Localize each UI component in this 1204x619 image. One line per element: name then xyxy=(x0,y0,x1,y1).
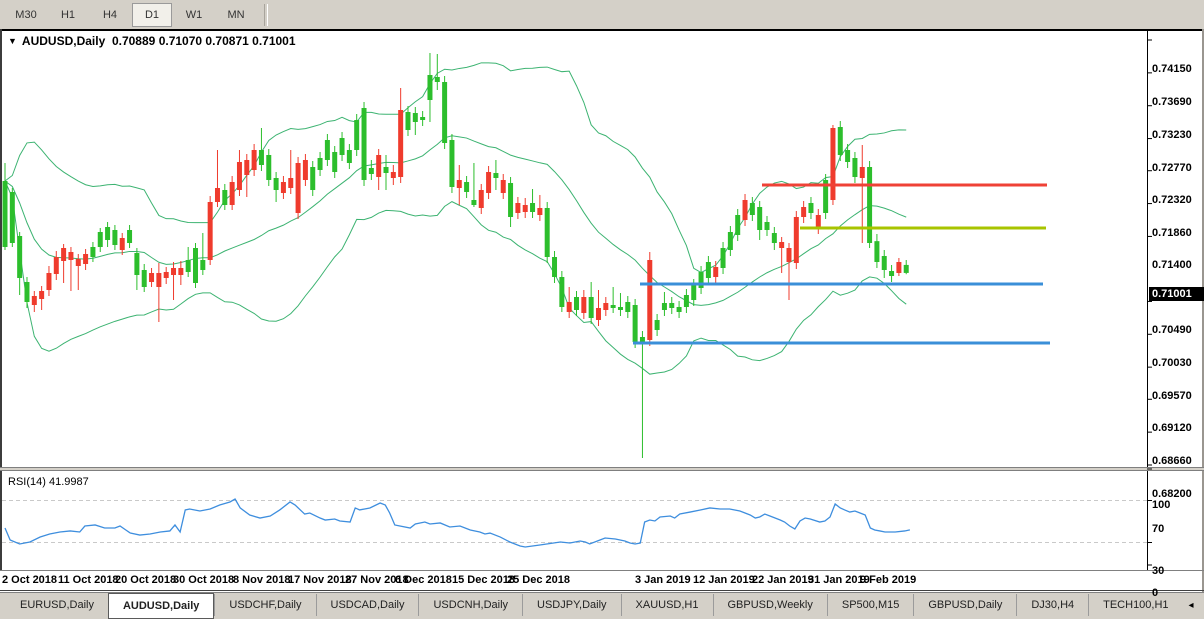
timeframe-button-d1[interactable]: D1 xyxy=(132,3,172,27)
time-axis-label: 8 Nov 2018 xyxy=(233,574,290,586)
time-axis-label: 15 Dec 2018 xyxy=(452,574,515,586)
price-axis-label: 0.69570 xyxy=(1152,390,1204,402)
ohlc-low: 0.70871 xyxy=(205,34,248,48)
time-axis-label: 9 Feb 2019 xyxy=(860,574,916,586)
rsi-label: RSI(14) xyxy=(8,476,46,488)
chart-tab-gbpusd-weekly[interactable]: GBPUSD,Weekly xyxy=(713,594,827,616)
ohlc-open: 0.70889 xyxy=(112,34,155,48)
price-axis-label: 0.71860 xyxy=(1152,227,1204,239)
time-axis-label: 17 Nov 2018 xyxy=(288,574,352,586)
rsi-value: 41.9987 xyxy=(49,476,89,488)
time-axis-label: 20 Oct 2018 xyxy=(115,574,176,586)
chart-tab-usdcnh-daily[interactable]: USDCNH,Daily xyxy=(418,594,522,616)
chart-tab-usdjpy-daily[interactable]: USDJPY,Daily xyxy=(522,594,621,616)
price-axis-label: 0.69120 xyxy=(1152,422,1204,434)
tab-scroll-right-icon[interactable]: ▸ xyxy=(1200,600,1204,611)
price-axis-label: 0.72320 xyxy=(1152,194,1204,206)
timeframe-toolbar: M30H1H4D1W1MN xyxy=(0,0,1204,29)
chart-tab-gbpusd-daily[interactable]: GBPUSD,Daily xyxy=(913,594,1016,616)
chart-tab-dj30-h4[interactable]: DJ30,H4 xyxy=(1016,594,1088,616)
time-axis-label: 2 Oct 2018 xyxy=(2,574,57,586)
chevron-down-icon[interactable]: ▼ xyxy=(8,36,17,46)
price-axis-label: 0.73690 xyxy=(1152,96,1204,108)
price-axis-label: 0.70490 xyxy=(1152,324,1204,336)
rsi-axis-label: 30 xyxy=(1152,565,1192,577)
rsi-axis-label: 70 xyxy=(1152,523,1192,535)
price-axis-label: 0.70030 xyxy=(1152,357,1204,369)
time-axis-label: 11 Oct 2018 xyxy=(58,574,119,586)
time-axis-label: 6 Dec 2018 xyxy=(395,574,452,586)
current-price-badge: 0.71001 xyxy=(1149,287,1204,301)
toolbar-separator xyxy=(264,4,268,26)
time-axis-label: 25 Dec 2018 xyxy=(507,574,570,586)
timeframe-button-mn[interactable]: MN xyxy=(216,3,256,27)
timeframe-button-w1[interactable]: W1 xyxy=(174,3,214,27)
chart-canvas[interactable] xyxy=(0,29,1204,592)
trading-terminal: M30H1H4D1W1MN ▼ AUDUSD,Daily 0.70889 0.71… xyxy=(0,0,1204,619)
tab-scroll-left-icon[interactable]: ◂ xyxy=(1183,600,1200,611)
timeframe-button-h4[interactable]: H4 xyxy=(90,3,130,27)
chart-symbol-title: ▼ AUDUSD,Daily 0.70889 0.71070 0.70871 0.… xyxy=(8,34,296,48)
price-axis-label: 0.73230 xyxy=(1152,129,1204,141)
chart-tab-usdcad-daily[interactable]: USDCAD,Daily xyxy=(316,594,419,616)
chart-tab-bar: EURUSD,DailyAUDUSD,DailyUSDCHF,DailyUSDC… xyxy=(0,592,1204,619)
timeframe-button-m30[interactable]: M30 xyxy=(6,3,46,27)
price-axis-label: 0.71400 xyxy=(1152,259,1204,271)
ohlc-high: 0.71070 xyxy=(159,34,202,48)
rsi-axis-label: 0 xyxy=(1152,587,1192,599)
rsi-axis-label: 100 xyxy=(1152,499,1192,511)
ohlc-close: 0.71001 xyxy=(252,34,295,48)
price-axis-label: 0.68660 xyxy=(1152,455,1204,467)
price-axis-label: 0.74150 xyxy=(1152,63,1204,75)
time-axis-label: 12 Jan 2019 xyxy=(693,574,755,586)
price-axis-label: 0.72770 xyxy=(1152,162,1204,174)
time-axis-label: 22 Jan 2019 xyxy=(752,574,814,586)
symbol-label: AUDUSD,Daily xyxy=(22,34,105,48)
chart-tab-sp500-m15[interactable]: SP500,M15 xyxy=(827,594,913,616)
time-axis-label: 3 Jan 2019 xyxy=(635,574,691,586)
chart-tab-audusd-daily[interactable]: AUDUSD,Daily xyxy=(108,593,214,619)
chart-tab-usdchf-daily[interactable]: USDCHF,Daily xyxy=(214,594,315,616)
timeframe-button-h1[interactable]: H1 xyxy=(48,3,88,27)
time-axis-label: 30 Oct 2018 xyxy=(173,574,234,586)
chart-tab-eurusd-daily[interactable]: EURUSD,Daily xyxy=(6,594,108,616)
rsi-indicator-title: RSI(14) 41.9987 xyxy=(8,476,89,488)
chart-tab-xauusd-h1[interactable]: XAUUSD,H1 xyxy=(621,594,713,616)
